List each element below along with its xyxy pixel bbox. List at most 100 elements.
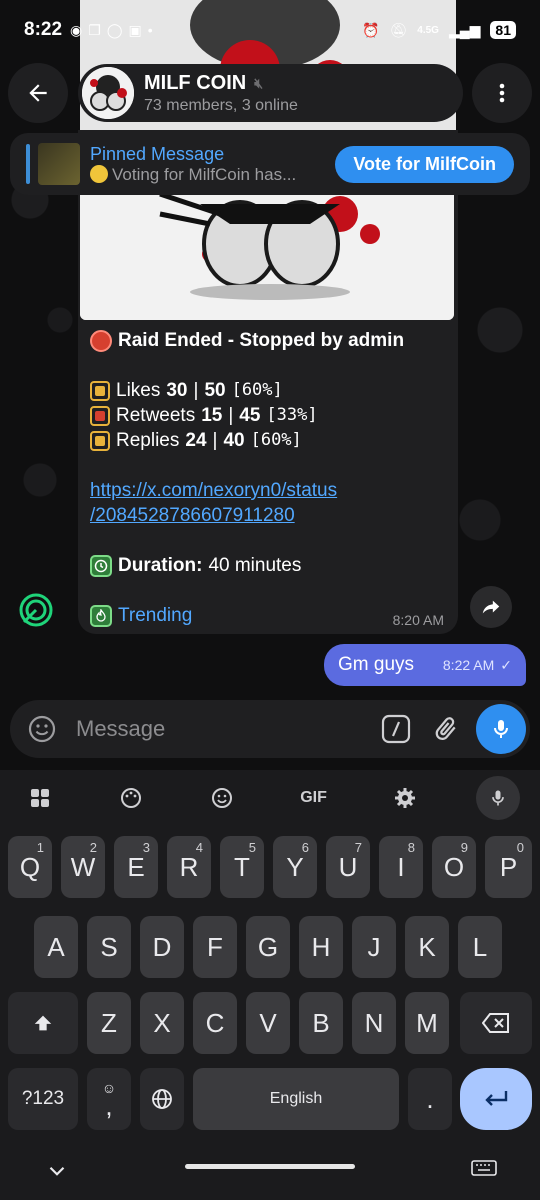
key-j[interactable]: J [352,916,396,978]
alarm-icon: ⏰ [362,21,380,38]
stat-target: 40 [223,430,245,451]
outgoing-message[interactable]: Gm guys 8:22 AM ✓ [324,644,526,686]
bot-avatar[interactable] [16,590,56,630]
space-key[interactable]: English [193,1068,399,1130]
yellow-square-icon [90,430,110,451]
key-w[interactable]: W2 [61,836,105,898]
key-h[interactable]: H [299,916,343,978]
emoji-button[interactable] [22,709,62,749]
message-image[interactable] [80,194,454,320]
keyboard-mic-icon[interactable] [475,776,520,820]
enter-key[interactable] [460,1068,532,1130]
stat-label: Replies [116,430,180,451]
red-square-icon [90,405,110,426]
key-n[interactable]: N [352,992,396,1054]
key-b[interactable]: B [299,992,343,1054]
chat-icon: ◯ [106,21,123,38]
incoming-message[interactable]: Raid Ended - Stopped by admin Likes 30 |… [78,130,458,634]
settings-icon[interactable] [385,778,425,818]
voice-message-button[interactable] [476,704,526,754]
comma-key[interactable]: ☺ , [87,1068,131,1130]
key-g[interactable]: G [246,916,290,978]
key-p[interactable]: P0 [485,836,532,898]
stat-percent: [60%] [250,430,302,450]
outgoing-text: Gm guys [338,654,415,675]
microphone-icon [494,720,508,738]
stat-replies: Replies 24 | 40 [60%] [90,428,450,453]
key-c[interactable]: C [193,992,237,1054]
key-x[interactable]: X [140,992,184,1054]
apps-icon[interactable] [20,778,60,818]
symbols-key[interactable]: ?123 [8,1068,78,1130]
more-options-button[interactable] [472,63,532,123]
key-u[interactable]: U7 [326,836,370,898]
key-m[interactable]: M [405,992,449,1054]
period-key[interactable]: . [408,1068,452,1130]
hide-keyboard-icon[interactable] [44,1158,70,1184]
stat-label: Likes [116,380,161,401]
key-d[interactable]: D [140,916,184,978]
pinned-preview-text: Voting for MilfCoin has... [112,164,297,184]
backspace-key[interactable] [460,992,532,1054]
key-v[interactable]: V [246,992,290,1054]
stat-retweets: Retweets 15 | 45 [33%] [90,403,450,428]
forward-arrow-icon [482,600,500,614]
vote-button[interactable]: Vote for MilfCoin [335,145,514,183]
palette-icon[interactable] [111,778,151,818]
more-vertical-icon [499,83,505,103]
pinned-message-bar[interactable]: Pinned Message Voting for MilfCoin has..… [10,133,530,195]
key-k[interactable]: K [405,916,449,978]
key-e[interactable]: E3 [114,836,158,898]
duration-label: Duration: [118,555,203,576]
gif-button[interactable]: GIF [294,778,334,818]
stat-sep: | [193,380,199,401]
enter-icon [485,1091,508,1106]
key-f[interactable]: F [193,916,237,978]
stat-target: 45 [239,405,261,426]
copy-icon: ❐ [88,21,101,38]
key-r[interactable]: R4 [167,836,211,898]
shift-key[interactable] [8,992,78,1054]
battery-indicator: 81 [490,21,516,39]
stat-percent: [33%] [266,405,318,425]
chat-title-area[interactable]: MILF COIN 🔇︎ 73 members, 3 online [78,64,463,122]
key-s[interactable]: S [87,916,131,978]
image-content [80,194,454,320]
notification-icons: ◉ ❐ ◯ ▣ • [70,22,153,39]
home-indicator[interactable] [185,1164,355,1169]
bot-commands-button[interactable] [376,709,416,749]
trending-label[interactable]: Trending [118,603,192,628]
status-time: 8:22 [24,19,63,40]
key-z[interactable]: Z [87,992,131,1054]
stat-percent: [60%] [231,380,283,400]
language-key[interactable] [140,1068,184,1130]
muted-icon: 🔇︎ [254,74,264,91]
key-o[interactable]: O9 [432,836,476,898]
tweet-link[interactable]: https://x.com/nexoryn0/status [90,478,337,503]
stat-current: 30 [166,380,188,401]
chat-avatar[interactable] [82,67,134,119]
message-input[interactable]: Message [76,716,376,742]
key-a[interactable]: A [34,916,78,978]
emoji-icon[interactable] [202,778,242,818]
paperclip-icon [435,717,456,740]
key-t[interactable]: T5 [220,836,264,898]
stop-icon [90,329,112,352]
chat-member-count: 73 members, 3 online [144,96,298,114]
fire-icon [90,604,112,627]
key-y[interactable]: Y6 [273,836,317,898]
yellow-square-icon [90,380,110,401]
attach-button[interactable] [426,709,466,749]
key-q[interactable]: Q1 [8,836,52,898]
forward-button[interactable] [470,586,512,628]
pinned-indicator [26,144,30,184]
smiley-icon [28,715,56,743]
keyboard-toolbar: GIF [0,770,540,826]
tweet-link-continued[interactable]: /2084528786607911280 [90,503,295,528]
key-l[interactable]: L [458,916,502,978]
key-i[interactable]: I8 [379,836,423,898]
keyboard-switch-icon[interactable] [470,1158,498,1184]
back-button[interactable] [8,63,68,123]
message-composer: Message [10,700,530,758]
stat-current: 15 [201,405,223,426]
